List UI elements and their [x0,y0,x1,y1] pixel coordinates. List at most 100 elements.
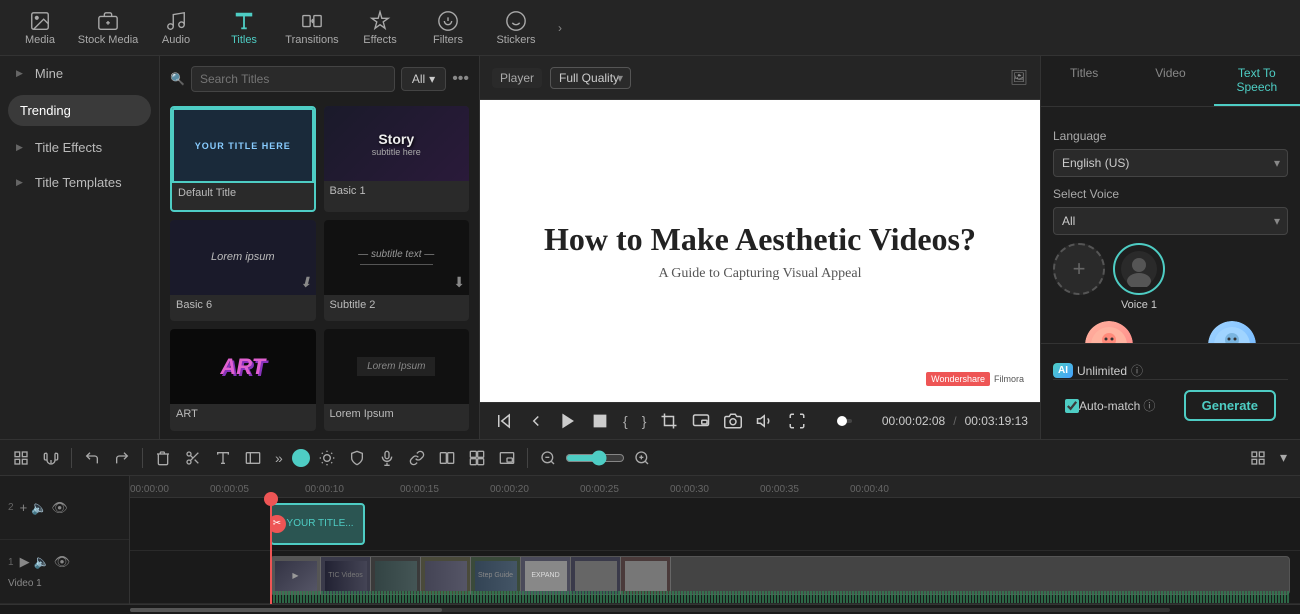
stop-button[interactable] [588,409,612,433]
title-card-subtitle2[interactable]: — subtitle text — ⬇ Subtitle 2 [324,220,470,322]
auto-match-checkbox[interactable] [1065,399,1079,413]
brightness-button[interactable] [314,447,340,469]
unlimited-info-icon[interactable]: ⓘ [1131,362,1143,379]
mark-out-button[interactable]: } [639,410,650,432]
step-back-button[interactable] [492,409,516,433]
title-card-art[interactable]: ART ART [170,329,316,431]
frame-back-button[interactable] [524,409,548,433]
expand-toolbar[interactable]: › [554,21,566,35]
camera-button[interactable] [721,409,745,433]
top-toolbar: Media Stock Media Audio Titles Transitio… [0,0,1300,56]
toolbar-titles[interactable]: Titles [212,4,276,52]
title-card-basic1[interactable]: Story subtitle here Basic 1 [324,106,470,212]
progress-container[interactable] [839,419,852,423]
art-label: ART [170,404,316,424]
download-icon: ⬇ [300,274,312,291]
tab-video[interactable]: Video [1127,56,1213,106]
speed-button[interactable]: » [270,447,288,469]
title-card-default[interactable]: YOUR TITLE HERE Default Title [170,106,316,212]
delete-button[interactable] [150,447,176,469]
mark-in-button[interactable]: { [620,410,631,432]
toolbar-transitions[interactable]: Transitions [280,4,344,52]
video-clip[interactable]: ▶ TIC Videos [270,556,1290,595]
toolbar-media[interactable]: Media [8,4,72,52]
voice1-name: Voice 1 [1121,299,1157,311]
toolbar-filters[interactable]: Filters [416,4,480,52]
toolbar-stickers[interactable]: Stickers [484,4,548,52]
voice-card-jason[interactable]: Jason [1177,319,1289,343]
auto-match-info-icon[interactable]: ⓘ [1143,397,1155,414]
snap-button[interactable] [8,447,34,469]
audio-waveform [270,591,1290,603]
fullscreen-button[interactable] [785,409,809,433]
video1-volume-icon[interactable]: 🔈 [34,554,50,570]
tab-tts[interactable]: Text To Speech [1214,56,1300,106]
crop-tl-button[interactable] [240,447,266,469]
title-track-row: ✂ T YOUR TITLE... [130,498,1300,551]
tab-titles[interactable]: Titles [1041,56,1127,106]
voice-card-jenny[interactable]: Jenny [1053,319,1165,343]
playhead-cursor[interactable] [270,498,272,604]
cut-button[interactable] [180,447,206,469]
search-input[interactable] [191,66,395,92]
quality-select[interactable]: Full Quality Half Quality [550,67,631,89]
timeline-toolbar: » ▾ [0,440,1300,476]
picture-in-picture-button[interactable] [494,447,520,469]
title-card-basic6[interactable]: Lorem ipsum ⬇ Basic 6 [170,220,316,322]
pip-button[interactable] [689,409,713,433]
link-button[interactable] [404,447,430,469]
tts-content: Language English (US) English (UK) Spani… [1041,107,1300,343]
voice-card-voice1[interactable]: Voice 1 [1113,243,1165,311]
text-button[interactable] [210,447,236,469]
more-options-button[interactable]: ••• [452,70,469,88]
default-title-label: Default Title [172,183,314,203]
voices-grid: Jenny [1053,319,1288,343]
more-tl-button[interactable]: ▾ [1275,446,1292,469]
toolbar-effects[interactable]: Effects [348,4,412,52]
generate-button[interactable]: Generate [1184,390,1276,421]
zoom-in-button[interactable] [629,447,655,469]
crop-button[interactable] [657,409,681,433]
tl-sep1 [71,448,72,468]
timeline-ruler[interactable]: 00:00:00 00:00:05 00:00:10 00:00:15 00:0… [130,476,1300,498]
redo-button[interactable] [109,447,135,469]
split-button[interactable] [434,447,460,469]
track2-eye-icon[interactable]: 👁 [51,500,68,516]
composite-button[interactable] [464,447,490,469]
filter-dropdown[interactable]: All ▾ [401,67,446,91]
titles-search-bar: 🔍 All ▾ ••• [160,56,479,98]
video1-eye-icon[interactable]: 👁 [54,554,71,570]
timeline-scrollbar[interactable] [0,604,1300,614]
auto-match-label: Auto-match [1079,399,1140,413]
add-voice-button[interactable]: + [1053,243,1105,295]
mic-button[interactable] [374,447,400,469]
voice1-avatar [1113,243,1165,295]
toolbar-audio[interactable]: Audio [144,4,208,52]
undo-button[interactable] [79,447,105,469]
title-card-lorem[interactable]: Lorem Ipsum Lorem Ipsum [324,329,470,431]
zoom-out-button[interactable] [535,447,561,469]
voice-filter-select[interactable]: All Male Female [1053,207,1288,235]
player-label: Player [492,68,542,88]
shield-button[interactable] [344,447,370,469]
unlimited-ai-icon: AI [1053,363,1073,378]
magnet-button[interactable] [38,447,64,469]
color-badge-button[interactable] [292,449,310,467]
track2-volume-icon[interactable]: 🔈 [31,500,47,516]
screenshot-icon[interactable]: 🖼 [1010,69,1028,86]
grid-view-button[interactable] [1245,447,1271,469]
sidebar-item-title-templates[interactable]: ▶ Title Templates [0,165,159,200]
audio-button[interactable] [753,409,777,433]
sidebar-item-title-effects[interactable]: ▶ Title Effects [0,130,159,165]
play-button[interactable] [556,409,580,433]
title-templates-arrow: ▶ [16,177,23,188]
track-2-label: 2 + 🔈 👁 [0,476,129,540]
sidebar-item-mine[interactable]: ▶ Mine [0,56,159,91]
language-select[interactable]: English (US) English (UK) Spanish [1053,149,1288,177]
toolbar-stock-media[interactable]: Stock Media [76,4,140,52]
track2-add-icon[interactable]: + [20,500,28,516]
zoom-slider[interactable] [565,450,625,466]
video1-play-icon[interactable]: ▶ [20,554,30,570]
title-clip[interactable]: ✂ T YOUR TITLE... [270,503,365,545]
sidebar-item-trending[interactable]: Trending [8,95,151,126]
